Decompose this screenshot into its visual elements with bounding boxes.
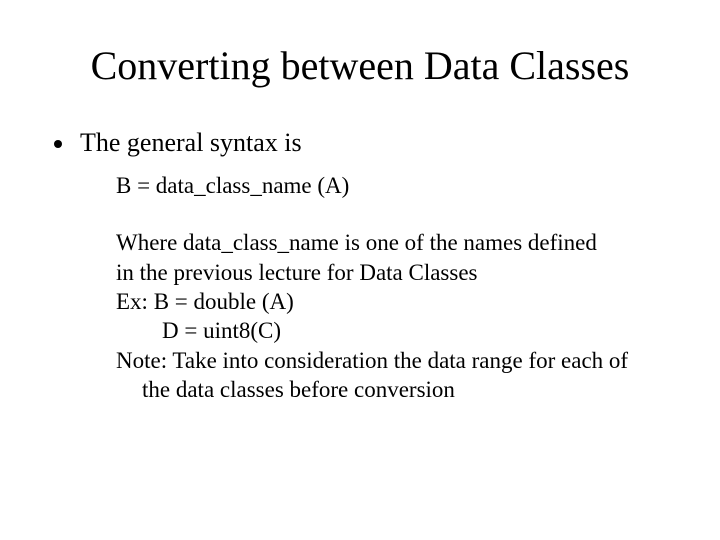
bullet-item: The general syntax is B = data_class_nam… bbox=[76, 127, 672, 405]
spacer bbox=[116, 200, 672, 228]
bullet-text: The general syntax is bbox=[80, 128, 302, 157]
note-line-1: Note: Take into consideration the data r… bbox=[116, 346, 672, 375]
syntax-line: B = data_class_name (A) bbox=[116, 171, 672, 200]
where-line-1: Where data_class_name is one of the name… bbox=[116, 228, 672, 257]
slide-title: Converting between Data Classes bbox=[0, 0, 720, 99]
where-line-2: in the previous lecture for Data Classes bbox=[116, 258, 672, 287]
slide-body: The general syntax is B = data_class_nam… bbox=[0, 99, 720, 405]
example-line-2: D = uint8(C) bbox=[116, 316, 672, 345]
sub-content: B = data_class_name (A) Where data_class… bbox=[80, 171, 672, 405]
slide: Converting between Data Classes The gene… bbox=[0, 0, 720, 540]
note-line-2: the data classes before conversion bbox=[116, 375, 672, 404]
example-line-1: Ex: B = double (A) bbox=[116, 287, 672, 316]
bullet-list: The general syntax is B = data_class_nam… bbox=[48, 127, 672, 405]
